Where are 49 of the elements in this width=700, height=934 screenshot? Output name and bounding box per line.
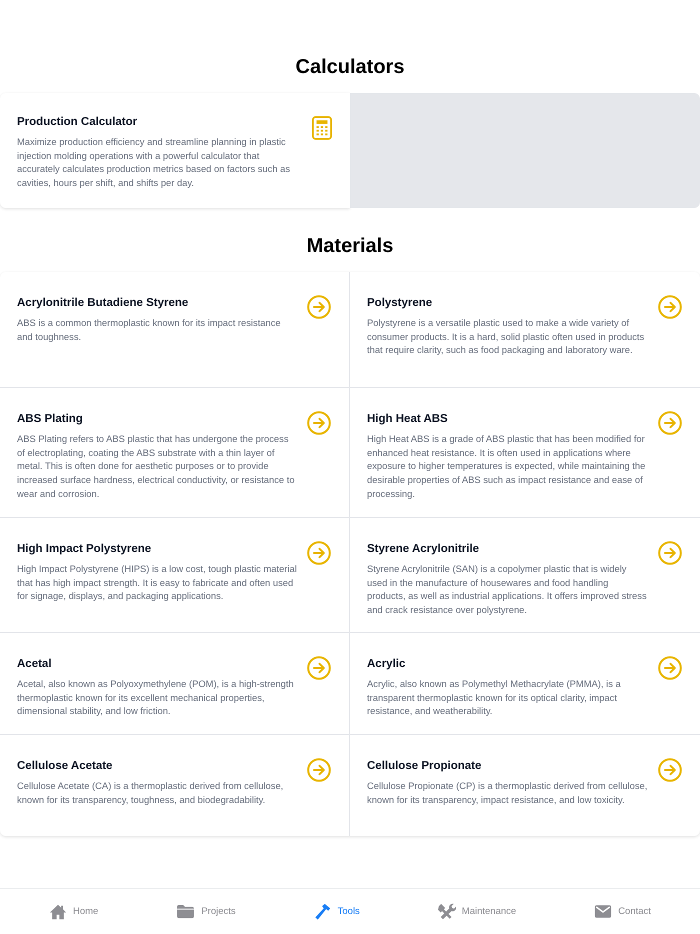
calculator-card[interactable] — [0, 93, 350, 208]
arrow-circle-icon[interactable] — [658, 541, 682, 565]
card-description: Cellulose Acetate (CA) is a thermoplastic derived from cellulose, known for its transparency, toughness, and biodegradability. — [17, 779, 284, 806]
material-card[interactable] — [0, 388, 350, 518]
card-title: High Impact Polystyrene — [17, 542, 152, 556]
card-title: ABS Plating — [17, 412, 83, 426]
arrow-circle-icon[interactable] — [307, 656, 331, 680]
section-title: Calculators — [296, 55, 404, 80]
card-description: Acrylic, also known as Polymethyl Methacrylate (PMMA), is a transparent thermoplastic known for its optical clarity, impact resistance, and weatherability. — [367, 677, 622, 718]
mail-icon — [594, 904, 612, 919]
hammer-icon — [314, 902, 332, 920]
card-title: Acrylonitrile Butadiene Styrene — [17, 296, 188, 310]
card-description: Styrene Acrylonitrile (SAN) is a copolymer plastic that is widely used in the manufacture of housewares and food handling products, as well as industrial applications. It offers improved stress and crack resistance over polystyrene. — [367, 562, 648, 617]
material-card[interactable] — [0, 518, 350, 633]
tools-icon — [438, 902, 456, 920]
card-title: Styrene Acrylonitrile — [367, 542, 480, 556]
card-description: Cellulose Propionate (CP) is a thermoplastic derived from cellulose, known for its transparency, impact resistance, and low toxicity. — [367, 779, 648, 806]
card-title: High Heat ABS — [367, 412, 448, 426]
card-title: Acetal — [17, 657, 52, 671]
card-title: Production Calculator — [17, 115, 138, 129]
card-description: Acetal, also known as Polyoxymethylene (POM), is a high-strength thermoplastic known for its excellent mechanical properties, dimensional stability, and low friction. — [17, 677, 295, 718]
material-card[interactable]: Acrylic Acrylic, also known as Polymethyl Methacrylate (PMMA), is a transparent thermoplastic known for its optical clarity, impact resistance, and weatherability. — [350, 633, 700, 735]
card-description: High Heat ABS is a grade of ABS plastic that has been modified for enhanced heat resistance. It is often used in applications where exposure to higher temperatures is expected, while maintaining the desirable properties of ABS such as impact resistance and ease of processing. — [367, 432, 646, 501]
arrow-circle-icon[interactable] — [658, 758, 682, 782]
material-card[interactable]: Cellulose Acetate Cellulose Acetate (CA) is a thermoplastic derived from cellulose, known for its transparency, toughness, and biodegradability. — [0, 735, 350, 836]
card-description: High Impact Polystyrene (HIPS) is a low cost, tough plastic material that has high impact strength. It is easy to fabricate and often used for signage, displays, and packaging applications. — [17, 562, 297, 604]
card-title: Polystyrene — [367, 296, 432, 310]
material-card[interactable]: Acetal Acetal, also known as Polyoxymethylene (POM), is a high-strength thermoplastic known for its excellent mechanical properties, dimensional stability, and low friction. — [0, 633, 350, 735]
card-description: ABS is a common thermoplastic known for its impact resistance and toughness. — [17, 316, 282, 344]
calculator-icon — [312, 116, 332, 140]
arrow-circle-icon[interactable] — [658, 656, 682, 680]
section-title: Materials — [306, 234, 394, 259]
card-title: Cellulose Acetate — [17, 759, 112, 773]
arrow-circle-icon[interactable] — [658, 411, 682, 435]
card-description: ABS Plating refers to ABS plastic that has undergone the process of electroplating, coating the ABS substrate with a thin layer of metal. This is often done for aesthetic purposes or to provide increased surface hardness, electrical conductivity, or resistance to wear and corrosion. — [17, 432, 296, 501]
arrow-circle-icon[interactable] — [307, 541, 331, 565]
card-title: Cellulose Propionate — [367, 759, 482, 773]
folder-icon — [176, 904, 196, 919]
arrow-circle-icon[interactable] — [307, 295, 331, 319]
material-card[interactable]: Cellulose Propionate Cellulose Propionate (CP) is a thermoplastic derived from cellulose, known for its transparency, impact resistance, and low toxicity. — [350, 735, 700, 836]
arrow-circle-icon[interactable] — [658, 295, 682, 319]
home-icon — [48, 902, 67, 920]
material-card[interactable]: Acrylonitrile Butadiene Styrene ABS is a common thermoplastic known for its impact resistance and toughness. — [0, 272, 350, 388]
tab[interactable]: Tools — [310, 900, 364, 922]
arrow-circle-icon[interactable] — [307, 411, 331, 435]
card-description: Polystyrene is a versatile plastic used to make a wide variety of consumer products. It is a hard, solid plastic often used in products that require clarity, such as food packaging and laboratory ware. — [367, 316, 646, 358]
arrow-circle-icon[interactable] — [307, 758, 331, 782]
card-description: Maximize production efficiency and streamline planning in plastic injection molding operations with a powerful calculator that accurately calculates production metrics based on factors such as cavities, hours per shift, and shifts per day. — [17, 135, 292, 190]
card-title: Acrylic — [367, 657, 406, 671]
